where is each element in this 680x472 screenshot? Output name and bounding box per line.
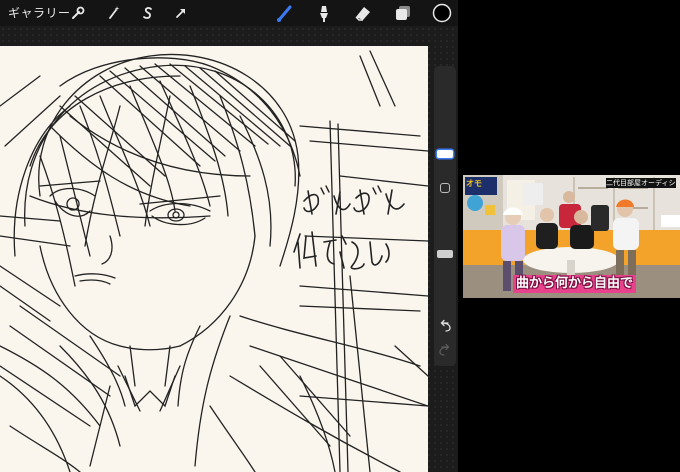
sketch-drawing: [0, 50, 428, 472]
arrow-transform-icon[interactable]: [171, 3, 191, 23]
video-caption: 曲から何から自由で: [513, 275, 637, 293]
eraser-icon[interactable]: [353, 3, 373, 23]
redo-icon[interactable]: [438, 342, 452, 356]
brush-icon[interactable]: [275, 3, 295, 23]
gallery-button[interactable]: ギャラリー: [8, 4, 71, 21]
modify-square-button[interactable]: [440, 183, 450, 193]
video-logo: オモ: [466, 179, 482, 188]
procreate-app: ギャラリー: [0, 0, 458, 472]
brush-size-handle[interactable]: [437, 150, 453, 158]
wrench-icon[interactable]: [68, 3, 88, 23]
layers-icon[interactable]: [393, 3, 413, 23]
top-toolbar: ギャラリー: [0, 0, 458, 26]
side-toolbar: [434, 66, 456, 366]
drawing-canvas[interactable]: [0, 46, 428, 472]
smudge-icon[interactable]: [313, 3, 333, 23]
opacity-slider[interactable]: [437, 206, 453, 316]
opacity-handle[interactable]: [437, 250, 453, 258]
selection-s-icon[interactable]: [138, 3, 158, 23]
picture-in-picture-video[interactable]: オモ 二代目部屋オーディション 曲から何から自由で: [463, 175, 680, 298]
magic-wand-icon[interactable]: [104, 3, 124, 23]
color-swatch-button[interactable]: [432, 3, 452, 23]
video-title-strip: 二代目部屋オーディション: [606, 178, 676, 188]
undo-icon[interactable]: [438, 318, 452, 332]
